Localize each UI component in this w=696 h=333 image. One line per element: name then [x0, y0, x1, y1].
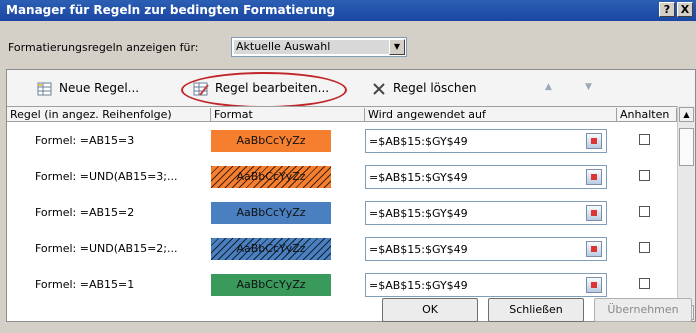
applies-to-field[interactable]: =$AB$15:$GY$49: [365, 129, 607, 153]
rules-toolbar: Neue Regel... Regel bearbeiten... Regel …: [7, 70, 695, 108]
range-picker-icon[interactable]: [586, 169, 602, 185]
delete-rule-label: Regel löschen: [393, 81, 477, 95]
table-row[interactable]: Formel: =AB15=2 AaBbCcYyZz =$AB$15:$GY$49: [7, 194, 677, 230]
scroll-thumb[interactable]: [679, 128, 694, 166]
arrow-up-icon[interactable]: ▲: [545, 82, 552, 92]
column-header-applies: Wird angewendet auf: [365, 108, 617, 122]
table-row[interactable]: Formel: =AB15=1 AaBbCcYyZz =$AB$15:$GY$49: [7, 266, 677, 302]
edit-rule-icon: [193, 82, 209, 96]
applies-to-field[interactable]: =$AB$15:$GY$49: [365, 237, 607, 261]
applies-to-field[interactable]: =$AB$15:$GY$49: [365, 273, 607, 297]
rules-panel: Neue Regel... Regel bearbeiten... Regel …: [6, 69, 696, 322]
stop-if-true-checkbox[interactable]: [639, 242, 650, 253]
scroll-up-icon[interactable]: ▲: [679, 107, 694, 122]
applies-to-field[interactable]: =$AB$15:$GY$49: [365, 201, 607, 225]
rule-formula: Formel: =AB15=1: [35, 278, 135, 291]
stop-if-true-checkbox[interactable]: [639, 134, 650, 145]
arrow-down-icon[interactable]: ▼: [585, 82, 592, 92]
ok-button[interactable]: OK: [382, 298, 478, 322]
show-rules-dropdown[interactable]: Aktuelle Auswahl ▼: [231, 37, 407, 57]
column-header-format: Format: [211, 108, 365, 122]
applies-to-value: =$AB$15:$GY$49: [369, 279, 468, 292]
stop-if-true-checkbox[interactable]: [639, 170, 650, 181]
show-rules-value: Aktuelle Auswahl: [234, 40, 389, 54]
edit-rule-label: Regel bearbeiten...: [215, 81, 330, 95]
range-picker-icon[interactable]: [586, 205, 602, 221]
rule-formula: Formel: =AB15=3: [35, 134, 135, 147]
stop-if-true-checkbox[interactable]: [639, 206, 650, 217]
new-rule-label: Neue Regel...: [59, 81, 140, 95]
applies-to-value: =$AB$15:$GY$49: [369, 207, 468, 220]
dialog-body: Formatierungsregeln anzeigen für: Aktuel…: [0, 21, 696, 333]
title-bar: Manager für Regeln zur bedingten Formati…: [0, 0, 696, 21]
chevron-down-icon[interactable]: ▼: [389, 39, 405, 55]
format-preview: AaBbCcYyZz: [211, 202, 331, 224]
format-preview: AaBbCcYyZz: [211, 238, 331, 260]
table-row[interactable]: Formel: =UND(AB15=2;... AaBbCcYyZz =$AB$15…: [7, 230, 677, 266]
delete-rule-button[interactable]: Regel löschen: [371, 79, 476, 97]
close-button[interactable]: Schließen: [488, 298, 584, 322]
stop-if-true-checkbox[interactable]: [639, 278, 650, 289]
table-row[interactable]: Formel: =UND(AB15=3;... AaBbCcYyZz =$AB$15…: [7, 158, 677, 194]
applies-to-value: =$AB$15:$GY$49: [369, 243, 468, 256]
format-preview: AaBbCcYyZz: [211, 274, 331, 296]
rule-formula: Formel: =AB15=2: [35, 206, 135, 219]
new-rule-button[interactable]: Neue Regel...: [37, 79, 139, 97]
applies-to-field[interactable]: =$AB$15:$GY$49: [365, 165, 607, 189]
close-window-button[interactable]: X: [677, 2, 693, 17]
rule-formula: Formel: =UND(AB15=2;...: [35, 242, 178, 255]
applies-to-value: =$AB$15:$GY$49: [369, 171, 468, 184]
apply-button[interactable]: Übernehmen: [594, 298, 692, 322]
new-rule-icon: [37, 82, 52, 95]
column-header-stop: Anhalten: [617, 108, 677, 122]
rule-formula: Formel: =UND(AB15=3;...: [35, 170, 178, 183]
range-picker-icon[interactable]: [586, 277, 602, 293]
table-row[interactable]: Formel: =AB15=3 AaBbCcYyZz =$AB$15:$GY$49: [7, 122, 677, 159]
rules-table-header: Regel (in angez. Reihenfolge) Format Wir…: [7, 106, 677, 122]
range-picker-icon[interactable]: [586, 133, 602, 149]
vertical-scrollbar[interactable]: ▲ ▼: [677, 106, 695, 321]
applies-to-value: =$AB$15:$GY$49: [369, 135, 468, 148]
column-header-rule: Regel (in angez. Reihenfolge): [7, 108, 211, 122]
window-title: Manager für Regeln zur bedingten Formati…: [6, 3, 336, 17]
help-button[interactable]: ?: [659, 2, 675, 17]
range-picker-icon[interactable]: [586, 241, 602, 257]
format-preview: AaBbCcYyZz: [211, 130, 331, 152]
delete-icon: [373, 82, 385, 95]
show-rules-label: Formatierungsregeln anzeigen für:: [8, 41, 199, 54]
edit-rule-button[interactable]: Regel bearbeiten...: [193, 79, 329, 97]
format-preview: AaBbCcYyZz: [211, 166, 331, 188]
